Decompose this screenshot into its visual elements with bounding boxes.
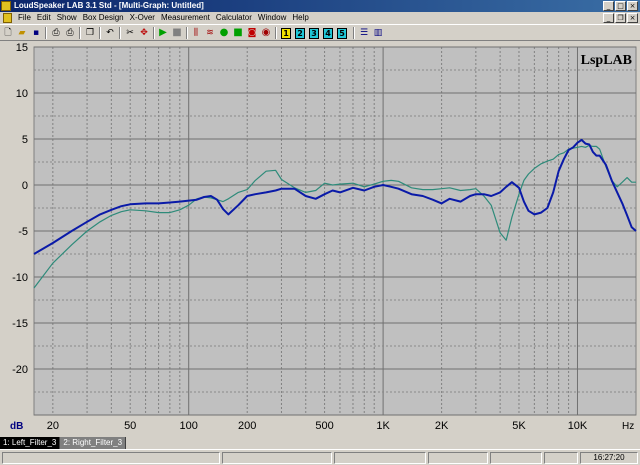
toolbar-separator — [99, 27, 101, 39]
speaker-icon[interactable]: ◙ — [246, 27, 258, 39]
graph-5-button[interactable]: 5 — [337, 28, 347, 39]
x-unit-label: Hz — [622, 421, 634, 432]
y-unit-label: dB — [10, 421, 23, 432]
close-button[interactable]: × — [627, 1, 638, 11]
menu-bar: File Edit Show Box Design X-Over Measure… — [0, 12, 640, 24]
undo-icon[interactable]: ↶ — [104, 27, 116, 39]
multi-graph: 15 10 5 0 -5 -10 -15 -20 20 50 100 200 500 1K 2K 5K 10K… — [0, 41, 640, 437]
x-tick-label: 200 — [238, 420, 256, 432]
stop-icon[interactable]: ■ — [171, 27, 183, 39]
split-horizontal-icon[interactable]: ☰ — [358, 27, 370, 39]
minimize-button[interactable]: _ — [603, 1, 614, 11]
status-pane-3 — [428, 452, 488, 464]
x-tick-label: 5K — [512, 420, 526, 432]
toolbar-separator — [45, 27, 47, 39]
graph-3-button[interactable]: 3 — [309, 28, 319, 39]
y-axis-labels: 15 10 5 0 -5 -10 -15 -20 — [12, 42, 28, 376]
save-disk-icon[interactable]: ▪ — [30, 27, 42, 39]
x-tick-label: 20 — [47, 420, 59, 432]
status-pane-1 — [222, 452, 332, 464]
window-title: LoudSpeaker LAB 3.1 Std - [Multi-Graph: … — [14, 1, 204, 10]
menu-calculator[interactable]: Calculator — [213, 12, 255, 24]
x-tick-label: 10K — [568, 420, 588, 432]
x-tick-label: 1K — [376, 420, 390, 432]
graph-1-button[interactable]: 1 — [281, 28, 291, 39]
status-bar: 16:27:20 — [0, 449, 640, 465]
status-pane-5 — [544, 452, 578, 464]
y-tick-label: -20 — [12, 364, 28, 376]
y-tick-label: 15 — [16, 42, 28, 54]
menu-box-design[interactable]: Box Design — [80, 12, 127, 24]
graph-4-button[interactable]: 4 — [323, 28, 333, 39]
record-icon[interactable]: ● — [218, 27, 230, 39]
brand-logo: LspLAB — [580, 53, 632, 68]
graph-2-button[interactable]: 2 — [295, 28, 305, 39]
menu-show[interactable]: Show — [54, 12, 80, 24]
frequency-response-chart[interactable]: 151050-5-10-15-20 20 50 100 200 500 1K 2K 5K 10K… — [0, 41, 640, 437]
toolbar: 🗋 ▰ ▪ ⎙ ⎙ ❐ ↶ ✂ ✥ ▶ ■ ⫼ ≋ ● ■ ◙ ◉ 1 2 3 … — [0, 24, 640, 41]
toolbar-separator — [275, 27, 277, 39]
menu-measurement[interactable]: Measurement — [158, 12, 213, 24]
status-clock: 16:27:20 — [580, 452, 638, 464]
open-folder-icon[interactable]: ▰ — [16, 27, 28, 39]
menu-help[interactable]: Help — [289, 12, 311, 24]
document-icon[interactable] — [3, 13, 12, 23]
y-tick-label: -15 — [12, 318, 28, 330]
x-axis-labels: 20 50 100 200 500 1K 2K 5K 10K — [47, 420, 588, 432]
x-tick-label: 2K — [435, 420, 449, 432]
split-vertical-icon[interactable]: ▥ — [372, 27, 384, 39]
toolbar-separator — [119, 27, 121, 39]
x-tick-label: 50 — [124, 420, 136, 432]
maximize-button[interactable]: □ — [615, 1, 626, 11]
tools-icon[interactable]: ✂ — [124, 27, 136, 39]
menu-x-over[interactable]: X-Over — [127, 12, 158, 24]
toolbar-separator — [353, 27, 355, 39]
print-icon[interactable]: ⎙ — [64, 27, 76, 39]
x-tick-label: 500 — [315, 420, 333, 432]
title-bar: LoudSpeaker LAB 3.1 Std - [Multi-Graph: … — [0, 0, 640, 12]
y-tick-label: 0 — [22, 180, 28, 192]
mdi-controls: _ ❐ × — [603, 13, 638, 23]
y-tick-label: 5 — [22, 134, 28, 146]
play-icon[interactable]: ▶ — [157, 27, 169, 39]
y-tick-label: -10 — [12, 272, 28, 284]
y-tick-label: -5 — [18, 226, 28, 238]
measure-icon[interactable]: ■ — [232, 27, 244, 39]
impedance-icon[interactable]: ⫼ — [190, 27, 202, 39]
menu-edit[interactable]: Edit — [34, 12, 54, 24]
status-pane-4 — [490, 452, 542, 464]
mdi-close-button[interactable]: × — [627, 13, 638, 23]
print-preview-icon[interactable]: ⎙ — [50, 27, 62, 39]
toolbar-separator — [186, 27, 188, 39]
tab-right-filter[interactable]: 2: Right_Filter_3 — [60, 437, 127, 449]
toolbar-separator — [153, 27, 155, 39]
toolbar-separator — [79, 27, 81, 39]
mdi-restore-button[interactable]: ❐ — [615, 13, 626, 23]
mdi-minimize-button[interactable]: _ — [603, 13, 614, 23]
x-tick-label: 100 — [180, 420, 198, 432]
status-pane-main — [2, 452, 220, 464]
menu-file[interactable]: File — [15, 12, 34, 24]
y-tick-label: 10 — [16, 88, 28, 100]
copy-icon[interactable]: ❐ — [84, 27, 96, 39]
graph-tabs: 1: Left_Filter_3 2: Right_Filter_3 — [0, 437, 640, 449]
status-pane-2 — [334, 452, 426, 464]
tab-left-filter[interactable]: 1: Left_Filter_3 — [0, 437, 61, 449]
filter-icon[interactable]: ≋ — [204, 27, 216, 39]
window-controls: _ □ × — [603, 1, 638, 11]
menu-window[interactable]: Window — [255, 12, 289, 24]
app-icon[interactable] — [1, 1, 11, 11]
tone-icon[interactable]: ◉ — [260, 27, 272, 39]
new-file-icon[interactable]: 🗋 — [2, 27, 14, 39]
settings-icon[interactable]: ✥ — [138, 27, 150, 39]
